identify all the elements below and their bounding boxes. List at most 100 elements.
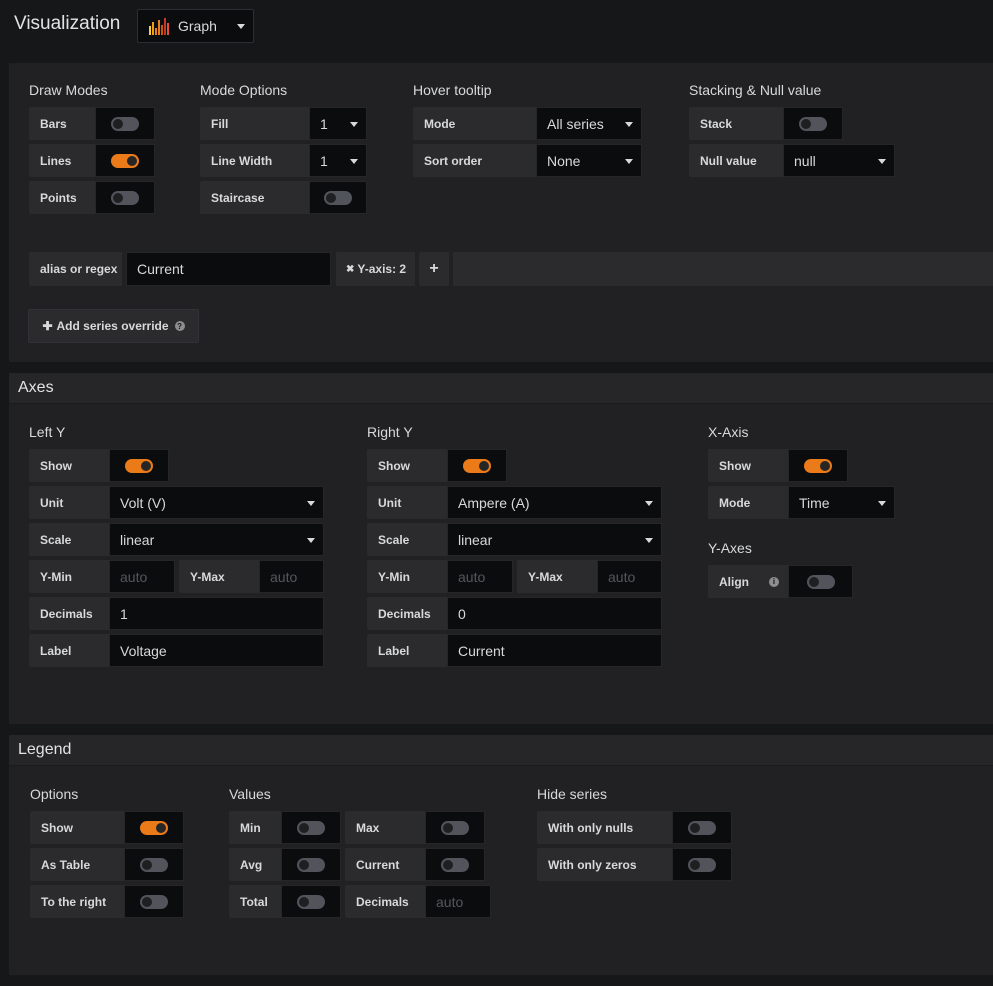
right-y-unit-select[interactable]: Ampere (A): [447, 486, 662, 519]
visualization-label: Graph: [178, 18, 217, 34]
tooltip-mode-select[interactable]: All series: [536, 107, 642, 140]
only-nulls-toggle[interactable]: [672, 811, 732, 844]
only-zeros-toggle[interactable]: [672, 848, 732, 881]
null-value-select[interactable]: null: [783, 144, 895, 177]
y-axes-align-toggle[interactable]: [788, 565, 853, 598]
only-nulls-label: With only nulls: [537, 811, 672, 844]
info-icon[interactable]: i: [769, 576, 779, 587]
points-label: Points: [29, 181, 95, 214]
y-axis-override-label: Y-axis: 2: [357, 262, 407, 276]
legend-options-title: Options: [30, 786, 79, 802]
min-label: Min: [229, 811, 281, 844]
add-series-override-label: Add series override: [56, 319, 169, 333]
right-y-label-input[interactable]: Current: [447, 634, 662, 667]
alias-input[interactable]: Current: [126, 252, 331, 286]
left-y-max-input[interactable]: auto: [259, 560, 324, 593]
lines-label: Lines: [29, 144, 95, 177]
right-y-scale-label: Scale: [367, 523, 447, 556]
left-y-unit-label: Unit: [29, 486, 109, 519]
max-label: Max: [345, 811, 425, 844]
right-y-show-label: Show: [367, 449, 447, 482]
current-label: Current: [345, 848, 425, 881]
right-y-min-input[interactable]: auto: [447, 560, 513, 593]
y-axis-override-tag[interactable]: ✖ Y-axis: 2: [336, 252, 415, 286]
left-y-unit-select[interactable]: Volt (V): [109, 486, 324, 519]
add-series-override-button[interactable]: ✚ Add series override ?: [28, 309, 199, 343]
x-axis-mode-select[interactable]: Time: [788, 486, 895, 519]
points-toggle[interactable]: [95, 181, 155, 214]
chevron-down-icon: [237, 24, 245, 29]
tooltip-mode-label: Mode: [413, 107, 536, 140]
draw-modes-title: Draw Modes: [29, 82, 108, 98]
y-axes-title: Y-Axes: [708, 540, 752, 556]
left-y-show-label: Show: [29, 449, 109, 482]
x-axis-show-toggle[interactable]: [788, 449, 848, 482]
add-option-icon[interactable]: +: [419, 252, 449, 286]
to-the-right-toggle[interactable]: [124, 885, 184, 918]
sort-order-label: Sort order: [413, 144, 536, 177]
legend-values-title: Values: [229, 786, 271, 802]
right-y-decimals-input[interactable]: 0: [447, 597, 662, 630]
axes-header[interactable]: Axes: [9, 373, 993, 404]
current-toggle[interactable]: [425, 848, 485, 881]
stack-toggle[interactable]: [783, 107, 843, 140]
right-y-scale-select[interactable]: linear: [447, 523, 662, 556]
right-y-decimals-label: Decimals: [367, 597, 447, 630]
lines-toggle[interactable]: [95, 144, 155, 177]
alias-label: alias or regex: [29, 252, 122, 286]
line-width-label: Line Width: [200, 144, 309, 177]
sort-order-select[interactable]: None: [536, 144, 642, 177]
staircase-label: Staircase: [200, 181, 309, 214]
legend-decimals-input[interactable]: auto: [425, 885, 491, 918]
right-y-max-label: Y-Max: [517, 560, 597, 593]
legend-header[interactable]: Legend: [9, 735, 993, 766]
left-y-label-label: Label: [29, 634, 109, 667]
stacking-title: Stacking & Null value: [689, 82, 822, 98]
right-y-title: Right Y: [367, 424, 413, 440]
plus-icon: ✚: [42, 319, 53, 333]
stack-label: Stack: [689, 107, 783, 140]
right-y-show-toggle[interactable]: [447, 449, 507, 482]
legend-show-toggle[interactable]: [124, 811, 184, 844]
total-label: Total: [229, 885, 281, 918]
x-axis-mode-label: Mode: [708, 486, 788, 519]
left-y-min-label: Y-Min: [29, 560, 109, 593]
bars-toggle[interactable]: [95, 107, 155, 140]
left-y-max-label: Y-Max: [179, 560, 259, 593]
help-icon[interactable]: ?: [174, 321, 185, 331]
avg-label: Avg: [229, 848, 281, 881]
left-y-min-input[interactable]: auto: [109, 560, 175, 593]
left-y-title: Left Y: [29, 424, 66, 440]
page-title: Visualization: [14, 13, 121, 34]
fill-select[interactable]: 1: [309, 107, 367, 140]
mode-options-title: Mode Options: [200, 82, 288, 98]
left-y-show-toggle[interactable]: [109, 449, 169, 482]
left-y-scale-label: Scale: [29, 523, 109, 556]
left-y-label-input[interactable]: Voltage: [109, 634, 324, 667]
staircase-toggle[interactable]: [309, 181, 367, 214]
legend-show-label: Show: [30, 811, 124, 844]
fill-label: Fill: [200, 107, 309, 140]
right-y-label-label: Label: [367, 634, 447, 667]
override-options-filler: [453, 252, 993, 286]
as-table-toggle[interactable]: [124, 848, 184, 881]
visualization-picker[interactable]: Graph: [137, 9, 254, 43]
avg-toggle[interactable]: [281, 848, 341, 881]
hide-series-title: Hide series: [537, 786, 608, 802]
null-value-label: Null value: [689, 144, 783, 177]
as-table-label: As Table: [30, 848, 124, 881]
graph-icon: [148, 17, 170, 35]
hover-tooltip-title: Hover tooltip: [413, 82, 492, 98]
left-y-decimals-label: Decimals: [29, 597, 109, 630]
left-y-decimals-input[interactable]: 1: [109, 597, 324, 630]
left-y-scale-select[interactable]: linear: [109, 523, 324, 556]
line-width-select[interactable]: 1: [309, 144, 367, 177]
min-toggle[interactable]: [281, 811, 341, 844]
total-toggle[interactable]: [281, 885, 341, 918]
right-y-unit-label: Unit: [367, 486, 447, 519]
close-icon[interactable]: ✖: [346, 264, 354, 275]
y-axes-align-label: Align i: [708, 565, 788, 598]
max-toggle[interactable]: [425, 811, 485, 844]
only-zeros-label: With only zeros: [537, 848, 672, 881]
right-y-max-input[interactable]: auto: [597, 560, 662, 593]
